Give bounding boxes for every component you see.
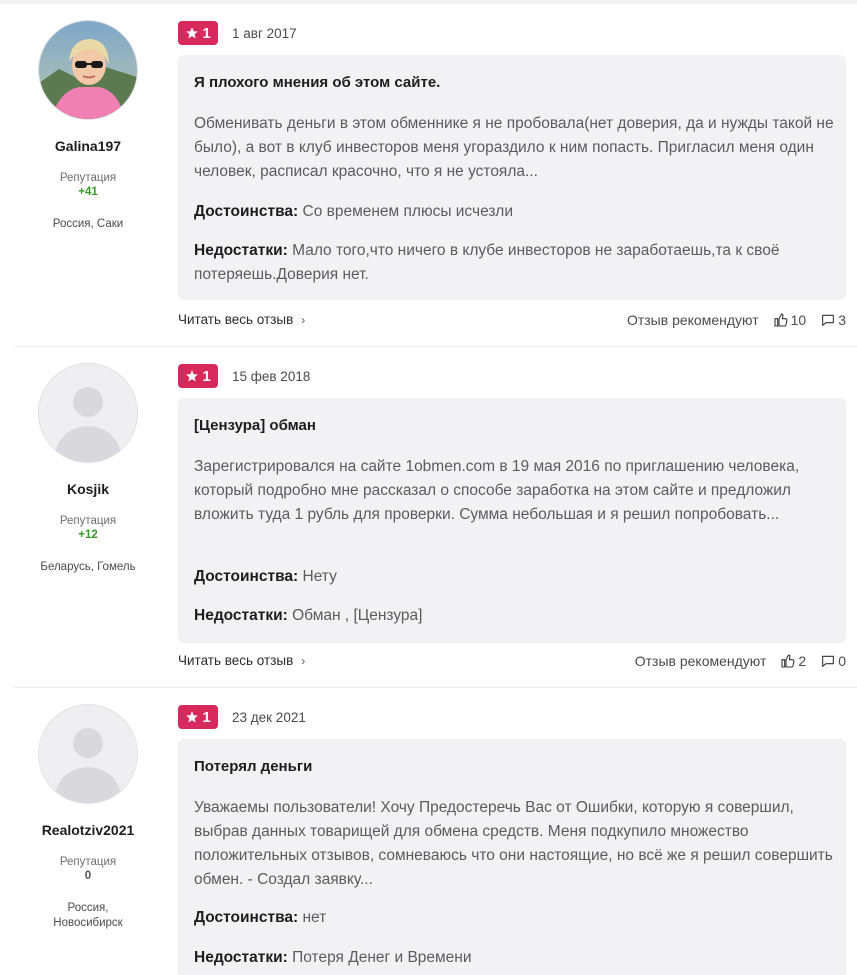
read-more-label: Читать весь отзыв (178, 653, 294, 668)
cons-label: Недостатки: (194, 607, 288, 624)
rating-badge: 1 (178, 364, 218, 388)
review-card: [Цензура] обман Зарегистрировался на сай… (178, 398, 846, 643)
chevron-right-icon: › (301, 653, 306, 668)
reputation-value: +12 (78, 529, 98, 541)
user-photo-icon (39, 21, 137, 119)
reputation-label: Репутация (59, 856, 117, 868)
pros-label: Достоинства: (194, 568, 299, 585)
star-icon (186, 370, 199, 382)
rating-badge: 1 (178, 705, 218, 729)
review-text: Уважаемы пользователи! Хочу Предостеречь… (194, 799, 833, 888)
star-icon (186, 711, 199, 723)
review-card: Потерял деньги Уважаемы пользователи! Хо… (178, 739, 846, 975)
review-title[interactable]: [Цензура] обман (194, 417, 316, 434)
author-location: Россия, Саки (52, 218, 124, 230)
review-cons: Недостатки: Обман , [Цензура] (194, 604, 834, 628)
review-cons: Недостатки: Потеря Денег и Времени (194, 946, 834, 970)
pros-text: нет (302, 909, 327, 926)
comment-count: 0 (838, 653, 846, 669)
rating-value: 1 (202, 367, 211, 385)
like-button[interactable]: 2 (780, 653, 806, 669)
cons-label: Недостатки: (194, 949, 288, 966)
pros-label: Достоинства: (194, 909, 299, 926)
review-text: Обменивать деньги в этом обменнике я не … (194, 115, 834, 180)
comments-button[interactable]: 0 (820, 653, 846, 669)
review-cons: Недостатки: Мало того,что ничего в клубе… (194, 239, 834, 287)
thumbs-up-icon (781, 654, 795, 668)
comments-button[interactable]: 3 (820, 312, 846, 328)
review-footer: Читать весь отзыв › Отзыв рекомендуют 10… (178, 312, 846, 332)
comment-count: 3 (838, 312, 846, 328)
recommend-label: Отзыв рекомендуют (634, 653, 767, 669)
author-location: Беларусь, Гомель (40, 561, 136, 573)
recommend-label: Отзыв рекомендуют (626, 312, 759, 328)
avatar[interactable] (38, 704, 138, 804)
like-count: 2 (798, 653, 807, 669)
read-more-label: Читать весь отзыв (178, 312, 294, 327)
review-date: 23 дек 2021 (232, 710, 306, 725)
review-pros: Достоинства: Со временем плюсы исчезли (194, 200, 834, 224)
chevron-right-icon: › (301, 312, 306, 327)
star-icon (186, 27, 199, 39)
author-name[interactable]: Galina197 (14, 138, 162, 154)
user-placeholder-icon (39, 364, 137, 462)
pros-text: Нету (302, 568, 337, 585)
reputation-label: Репутация (59, 515, 117, 527)
pros-label: Достоинства: (194, 203, 299, 220)
cons-text: Обман , [Цензура] (292, 607, 423, 624)
rating-badge: 1 (178, 21, 218, 45)
review-footer: Читать весь отзыв › Отзыв рекомендуют 2 … (178, 653, 846, 673)
like-button[interactable]: 10 (773, 312, 807, 328)
review-pros: Достоинства: нет (194, 906, 834, 930)
reviews-page: Galina197 Репутация +41 Россия, Саки 1 1… (0, 0, 857, 975)
reputation-value: 0 (84, 870, 92, 882)
avatar[interactable] (38, 363, 138, 463)
reputation-label: Репутация (59, 172, 117, 184)
review-pros: Достоинства: Нету (194, 565, 834, 589)
read-more-link[interactable]: Читать весь отзыв › (178, 653, 305, 668)
review-date: 15 фев 2018 (232, 369, 311, 384)
author-name[interactable]: Realotziv2021 (14, 822, 162, 838)
review-item: Galina197 Репутация +41 Россия, Саки 1 1… (14, 4, 857, 347)
cons-text: Потеря Денег и Времени (292, 949, 472, 966)
review-title[interactable]: Я плохого мнения об этом сайте. (194, 74, 440, 91)
read-more-link[interactable]: Читать весь отзыв › (178, 312, 305, 327)
comment-icon (822, 655, 835, 667)
like-count: 10 (790, 312, 807, 328)
comment-icon (822, 314, 835, 326)
review-item: Realotziv2021 Репутация 0 Россия, Новоси… (14, 688, 857, 975)
rating-value: 1 (202, 24, 211, 42)
cons-label: Недостатки: (194, 242, 288, 259)
rating-value: 1 (202, 708, 211, 726)
review-title[interactable]: Потерял деньги (194, 758, 312, 775)
reputation-value: +41 (78, 186, 98, 198)
author-location: Россия, Новосибирск (53, 902, 123, 929)
user-placeholder-icon (39, 705, 137, 803)
pros-text: Со временем плюсы исчезли (302, 203, 514, 220)
review-stats: Отзыв рекомендуют 2 0 (635, 653, 846, 669)
review-text: Зарегистрировался на сайте 1obmen.com в … (194, 458, 800, 523)
author-name[interactable]: Kosjik (14, 481, 162, 497)
review-stats: Отзыв рекомендуют 10 3 (627, 312, 846, 328)
thumbs-up-icon (774, 313, 788, 327)
review-date: 1 авг 2017 (232, 26, 297, 41)
review-card: Я плохого мнения об этом сайте. Обменива… (178, 55, 846, 300)
review-item: Kosjik Репутация +12 Беларусь, Гомель 1 … (14, 347, 857, 688)
avatar[interactable] (38, 20, 138, 120)
